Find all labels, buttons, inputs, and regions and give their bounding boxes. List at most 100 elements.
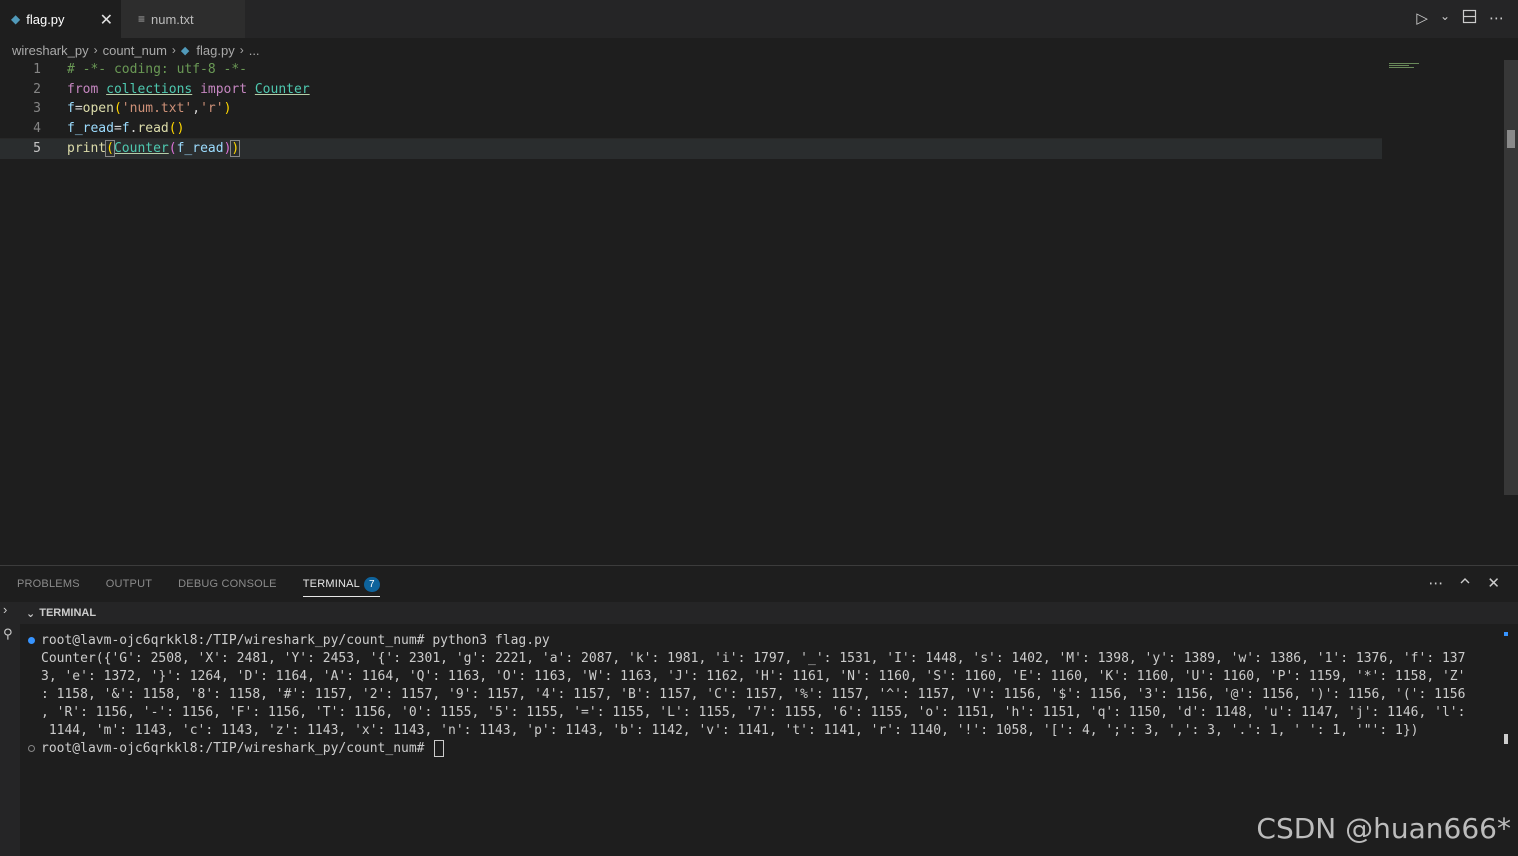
line-number: 2 (33, 81, 41, 97)
code-editor[interactable]: 1 # -*- coding: utf-8 -*- 2 from collect… (0, 60, 1502, 565)
tab-num-txt[interactable]: ≡ num.txt (121, 0, 245, 38)
keyword: import (200, 81, 248, 97)
chevron-down-icon: ⌄ (26, 607, 36, 620)
function-name: print (67, 141, 107, 157)
tab-terminal-label: TERMINAL (302, 578, 360, 590)
code-line: 1 # -*- coding: utf-8 -*- (0, 60, 1382, 80)
tab-label: flag.py (26, 11, 65, 27)
scroll-marker (1504, 632, 1508, 636)
close-icon[interactable]: ✕ (100, 10, 113, 30)
comma: , (192, 101, 201, 117)
command-pending-icon[interactable] (28, 745, 35, 752)
terminal-line-text: Counter({'G': 2508, 'X': 2481, 'Y': 2453… (41, 651, 1466, 666)
minimap[interactable] (1389, 63, 1421, 69)
lines-icon: ≡ (138, 12, 146, 26)
terminal-line: 3, 'e': 1372, '}': 1264, 'D': 1164, 'A':… (28, 668, 1498, 686)
terminal-section-header[interactable]: ⌄ TERMINAL (20, 602, 1518, 624)
breadcrumb-item[interactable]: flag.py (196, 43, 234, 58)
variable: f (121, 120, 130, 136)
bracket: () (168, 120, 185, 136)
chevron-down-icon[interactable]: ⌄ (1440, 9, 1450, 28)
breadcrumb-item[interactable]: ... (249, 43, 260, 58)
terminal-line-text: : 1158, '&': 1158, '8': 1158, '#': 1157,… (41, 687, 1466, 702)
comment: # -*- coding: utf-8 -*- (67, 62, 248, 77)
code-line: 2 from collections import Counter (0, 80, 1382, 100)
operator: = (74, 101, 83, 117)
close-panel-icon[interactable]: ✕ (1487, 574, 1500, 592)
python-icon: ◆ (180, 44, 190, 57)
bracket: ( (168, 141, 177, 157)
more-actions-icon[interactable]: ⋯ (1489, 9, 1504, 28)
line-number: 4 (33, 120, 41, 136)
editor-scrollbar[interactable] (1502, 60, 1518, 565)
terminal-line-text: 1144, 'm': 1143, 'c': 1143, 'z': 1143, '… (41, 723, 1419, 738)
plug-icon[interactable]: ⚲ (3, 626, 13, 642)
chevron-right-icon: › (239, 43, 244, 57)
more-actions-icon[interactable]: ⋯ (1428, 574, 1443, 592)
line-number: 5 (33, 141, 41, 157)
chevron-right-icon: › (171, 43, 176, 57)
terminal-line-text: , 'R': 1156, '-': 1156, 'F': 1156, 'T': … (41, 705, 1466, 720)
variable: f_read (176, 141, 224, 157)
tab-output[interactable]: OUTPUT (106, 576, 152, 596)
function-name: open (82, 101, 114, 117)
maximize-panel-icon[interactable] (1459, 574, 1471, 592)
bracket: ) (230, 140, 241, 158)
bracket: ( (105, 140, 115, 158)
chevron-right-icon: › (93, 43, 98, 57)
terminal-line-text: root@lavm-ojc6qrkkl8:/TIP/wireshark_py/c… (41, 633, 550, 648)
terminal-section-title: TERMINAL (39, 607, 97, 619)
bracket: ( (113, 101, 122, 117)
terminal-line: Counter({'G': 2508, 'X': 2481, 'Y': 2453… (28, 650, 1498, 668)
tab-debug-console[interactable]: DEBUG CONSOLE (178, 576, 277, 596)
tab-label: num.txt (151, 11, 194, 27)
scroll-marker (1507, 130, 1515, 148)
terminal-output[interactable]: root@lavm-ojc6qrkkl8:/TIP/wireshark_py/c… (28, 632, 1498, 758)
line-number: 1 (33, 62, 41, 77)
code-line: 3 f=open('num.txt','r') (0, 99, 1382, 119)
bracket: ) (223, 101, 232, 117)
keyword: from (67, 81, 99, 97)
editor-toolbar: ▷ ⌄ ⋯ (1416, 9, 1504, 28)
code-line-current: 5 print(Counter(f_read)) (0, 138, 1382, 159)
panel-tabs: PROBLEMS OUTPUT DEBUG CONSOLE TERMINAL 7 (17, 576, 406, 597)
command-success-icon[interactable] (28, 637, 35, 644)
panel-actions: ⋯ ✕ (1428, 574, 1500, 592)
terminal-cursor (434, 740, 445, 757)
editor-tab-bar: ◆ flag.py ✕ ≡ num.txt ▷ ⌄ ⋯ (0, 0, 1518, 38)
watermark: CSDN @huan666* (1256, 812, 1511, 845)
python-icon: ◆ (11, 12, 21, 26)
tab-problems[interactable]: PROBLEMS (17, 576, 80, 596)
string: 'num.txt' (121, 101, 193, 117)
terminal-scrollbar[interactable] (1504, 632, 1508, 812)
variable: f (67, 101, 75, 117)
terminal-count-badge: 7 (363, 577, 380, 592)
class-name: Counter (113, 141, 169, 157)
scroll-thumb[interactable] (1504, 60, 1518, 495)
terminal-line: , 'R': 1156, '-': 1156, 'F': 1156, 'T': … (28, 704, 1498, 722)
operator: = (113, 120, 122, 136)
function-name: read (137, 120, 169, 136)
string: 'r' (200, 101, 224, 117)
split-editor-icon[interactable] (1462, 9, 1477, 28)
module-name: collections (106, 81, 193, 97)
terminal-prompt-line: root@lavm-ojc6qrkkl8:/TIP/wireshark_py/c… (28, 740, 1498, 758)
run-icon[interactable]: ▷ (1416, 9, 1428, 28)
terminal-line: : 1158, '&': 1158, '8': 1158, '#': 1157,… (28, 686, 1498, 704)
class-name: Counter (254, 81, 310, 97)
breadcrumb-item[interactable]: count_num (103, 43, 167, 58)
terminal-line-text: 3, 'e': 1372, '}': 1264, 'D': 1164, 'A':… (41, 669, 1466, 684)
tab-terminal[interactable]: TERMINAL 7 (302, 576, 380, 597)
panel-side-strip: › ⚲ (0, 602, 20, 856)
terminal-line: root@lavm-ojc6qrkkl8:/TIP/wireshark_py/c… (28, 632, 1498, 650)
chevron-right-icon[interactable]: › (3, 602, 7, 617)
terminal-line: 1144, 'm': 1143, 'c': 1143, 'z': 1143, '… (28, 722, 1498, 740)
breadcrumb-item[interactable]: wireshark_py (12, 43, 89, 58)
terminal-prompt-text: root@lavm-ojc6qrkkl8:/TIP/wireshark_py/c… (41, 741, 433, 756)
line-number: 3 (33, 101, 41, 117)
code-line: 4 f_read=f.read() (0, 119, 1382, 139)
scroll-thumb[interactable] (1504, 734, 1508, 744)
variable: f_read (67, 120, 114, 136)
tab-flag-py[interactable]: ◆ flag.py ✕ (0, 0, 121, 38)
breadcrumb: wireshark_py › count_num › ◆ flag.py › .… (12, 40, 260, 60)
